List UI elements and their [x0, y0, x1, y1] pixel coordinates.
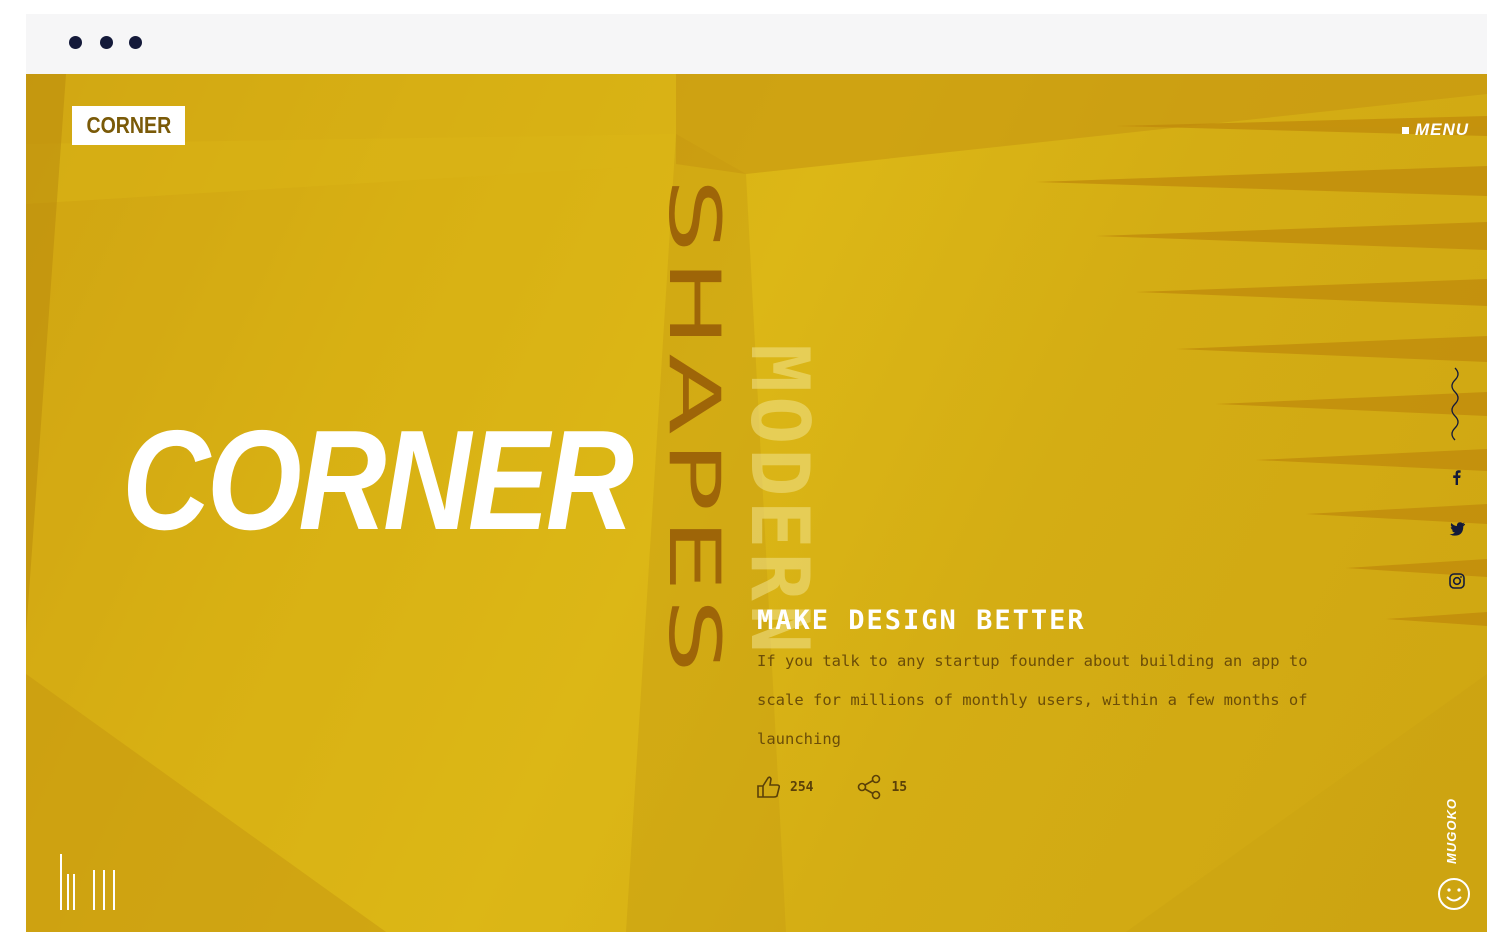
window-dot[interactable] [129, 36, 142, 49]
logo-text: CORNER [86, 112, 171, 138]
brand-label-text: MUGOKO [1444, 798, 1459, 864]
window-dot[interactable] [69, 36, 82, 49]
stats: 254 15 [756, 774, 907, 800]
logo[interactable]: CORNER [72, 106, 185, 145]
share-count: 15 [891, 779, 908, 795]
vertical-subtitle: MODERN [733, 344, 828, 657]
instagram-icon [1449, 573, 1465, 589]
like-button[interactable]: 254 [756, 775, 813, 799]
vertical-title-text: SHAPES [653, 178, 736, 679]
brand-label: MUGOKO [1442, 792, 1466, 872]
like-count: 254 [790, 779, 814, 795]
thumbs-up-icon [757, 776, 781, 798]
menu-label: MENU [1414, 120, 1469, 139]
browser-bar [26, 14, 1487, 74]
facebook-icon [1453, 470, 1461, 485]
share-button[interactable]: 15 [857, 774, 907, 800]
window-dot[interactable] [100, 36, 113, 49]
hero-section: CORNER MENU CORNER SHAPES MODERN MAKE DE… [26, 74, 1487, 932]
menu-icon [1401, 126, 1409, 134]
smiley-icon[interactable] [1436, 876, 1472, 912]
share-icon [858, 774, 881, 800]
description: If you talk to any startup founder about… [757, 652, 1308, 748]
facebook-link[interactable] [1444, 464, 1470, 490]
hero-title: CORNER [122, 401, 634, 560]
instagram-link[interactable] [1444, 568, 1470, 594]
twitter-icon [1449, 522, 1465, 536]
menu-button[interactable]: MENU [1401, 120, 1469, 140]
twitter-link[interactable] [1444, 516, 1470, 542]
headline: MAKE DESIGN BETTER [757, 605, 1086, 636]
